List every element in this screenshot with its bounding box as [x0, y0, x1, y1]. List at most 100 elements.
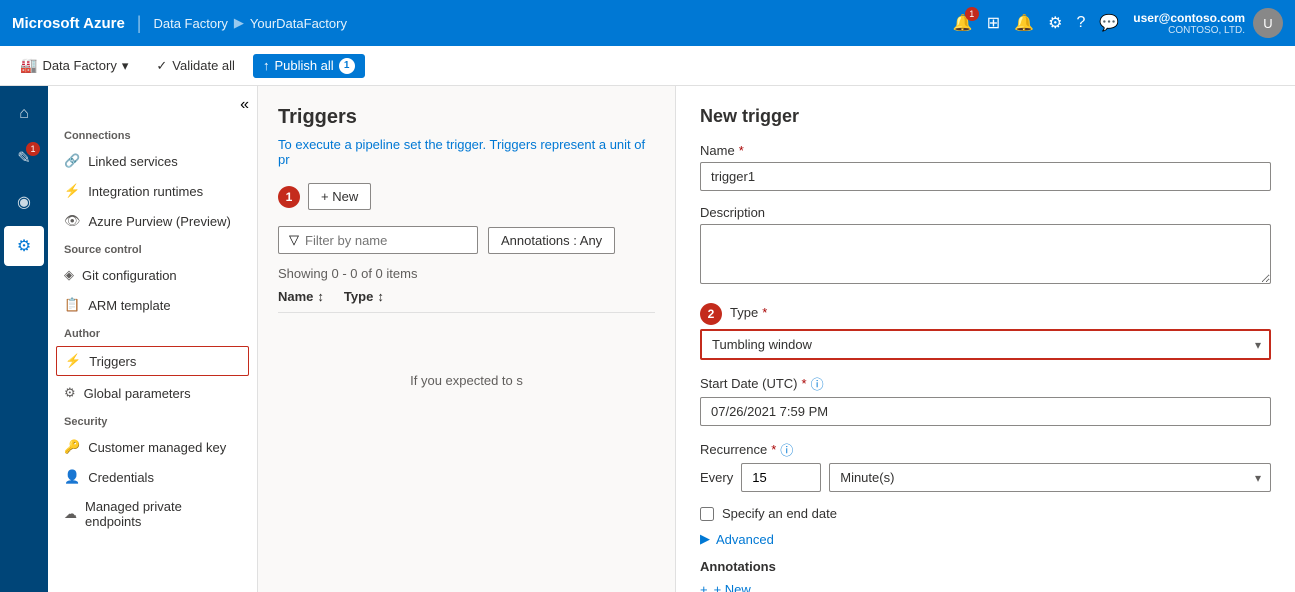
portal-icon[interactable]: ⊞: [987, 13, 1000, 33]
feedback-icon[interactable]: 💬: [1099, 13, 1119, 33]
description-textarea[interactable]: [700, 224, 1271, 284]
table-header: Name ↕ Type ↕: [278, 281, 655, 313]
step1-row: 1 + New: [278, 183, 371, 210]
datafactory-nav-btn[interactable]: 🏭 Data Factory ▾: [10, 53, 138, 78]
items-count: Showing 0 - 0 of 0 items: [278, 266, 655, 281]
sidebar-manage-icon[interactable]: ⚙: [4, 226, 44, 266]
sidebar-home-icon[interactable]: ⌂: [4, 94, 44, 134]
specify-end-date-row: Specify an end date: [700, 506, 1271, 521]
recurrence-label: Recurrence * ⓘ: [700, 440, 1271, 459]
sidebar-item-linked-services[interactable]: 🔗 Linked services: [48, 146, 257, 176]
sidebar-item-git-config[interactable]: ◈ Git configuration: [48, 260, 257, 290]
filter-by-name-input[interactable]: [305, 233, 465, 248]
content-description: To execute a pipeline set the trigger. T…: [278, 137, 655, 167]
name-label: Name *: [700, 143, 1271, 158]
type-label: Type *: [730, 305, 767, 320]
sidebar-item-integration-runtimes[interactable]: ⚡ Integration runtimes: [48, 176, 257, 206]
advanced-chevron-icon: ▶: [700, 531, 710, 547]
validate-all-btn[interactable]: ✓ Validate all: [146, 54, 245, 78]
author-section-title: Author: [48, 320, 257, 344]
sidebar-item-global-parameters[interactable]: ⚙ Global parameters: [48, 378, 257, 408]
empty-message: If you expected to s: [278, 373, 655, 388]
nav-right: 🔔 1 ⊞ 🔔 ⚙ ? 💬 user@contoso.com CONTOSO, …: [953, 8, 1283, 38]
recurrence-unit-select[interactable]: Minute(s) Hour(s) Day(s) Week(s) Month(s…: [829, 463, 1271, 492]
arm-template-label: ARM template: [88, 298, 170, 313]
specify-end-date-checkbox[interactable]: [700, 507, 714, 521]
text-sidebar: « Connections 🔗 Linked services ⚡ Integr…: [48, 86, 258, 592]
datafactory-label: Data Factory: [42, 58, 116, 73]
new-trigger-btn[interactable]: + New: [308, 183, 371, 210]
add-annotation-btn[interactable]: + + New: [700, 582, 1271, 592]
sidebar-item-credentials[interactable]: 👤 Credentials: [48, 462, 257, 492]
collapse-btn[interactable]: «: [48, 96, 257, 122]
key-icon: 🔑: [64, 439, 80, 455]
linked-services-icon: 🔗: [64, 153, 80, 169]
filter-icon: ▽: [289, 232, 299, 248]
factory-icon: 🏭: [20, 57, 37, 74]
specify-end-date-label: Specify an end date: [722, 506, 837, 521]
name-required: *: [739, 143, 744, 158]
annotations-filter-label: Annotations : Any: [501, 233, 602, 248]
sidebar-monitor-icon[interactable]: ◉: [4, 182, 44, 222]
start-date-input[interactable]: [700, 397, 1271, 426]
settings-icon[interactable]: ⚙: [1048, 13, 1062, 33]
recurrence-form-group: Recurrence * ⓘ Every Minute(s) Hour(s) D…: [700, 440, 1271, 492]
add-annotation-icon: +: [700, 582, 708, 592]
sidebar-item-azure-purview[interactable]: 👁 Azure Purview (Preview): [48, 206, 257, 236]
dropdown-arrow: ▾: [122, 58, 129, 74]
col-name-sort-icon: ↕: [317, 289, 324, 304]
start-date-label: Start Date (UTC) * ⓘ: [700, 374, 1271, 393]
col-name: Name ↕: [278, 289, 324, 304]
recurrence-value-input[interactable]: [741, 463, 821, 492]
publish-label: Publish all: [274, 58, 333, 73]
nav-left: Microsoft Azure | Data Factory ▶ YourDat…: [12, 13, 347, 34]
breadcrumb-yourdatafactory[interactable]: YourDataFactory: [250, 16, 347, 31]
recurrence-info-icon[interactable]: ⓘ: [780, 440, 793, 459]
notifications-icon[interactable]: 🔔 1: [953, 13, 973, 33]
git-icon: ◈: [64, 267, 74, 283]
sidebar-item-customer-managed-key[interactable]: 🔑 Customer managed key: [48, 432, 257, 462]
arm-icon: 📋: [64, 297, 80, 313]
start-date-info-icon[interactable]: ⓘ: [811, 374, 824, 393]
new-trigger-panel: New trigger Name * Description 2 Type *: [675, 86, 1295, 592]
content-area: Triggers To execute a pipeline set the t…: [258, 86, 675, 592]
breadcrumb-arrow: ▶: [234, 15, 244, 31]
breadcrumb-datafactory[interactable]: Data Factory: [153, 16, 227, 31]
user-org: CONTOSO, LTD.: [1133, 25, 1245, 36]
add-annotation-label: + New: [714, 582, 751, 592]
advanced-row[interactable]: ▶ Advanced: [700, 531, 1271, 547]
type-form-group: 2 Type * Tumbling window Schedule Storag…: [700, 303, 1271, 360]
annotations-title: Annotations: [700, 559, 1271, 574]
annotations-section: Annotations + + New: [700, 559, 1271, 592]
publish-all-btn[interactable]: ↑ Publish all 1: [253, 54, 365, 78]
triggers-label: Triggers: [89, 354, 136, 369]
content-toolbar: 1 + New: [278, 183, 655, 210]
every-label: Every: [700, 470, 733, 485]
annotations-filter-btn[interactable]: Annotations : Any: [488, 227, 615, 254]
validate-label: Validate all: [172, 58, 235, 73]
sidebar-item-managed-private-endpoints[interactable]: ☁ Managed private endpoints: [48, 492, 257, 536]
col-name-label: Name: [278, 289, 313, 304]
type-required: *: [762, 305, 767, 320]
user-info[interactable]: user@contoso.com CONTOSO, LTD. U: [1133, 8, 1283, 38]
sidebar-edit-icon[interactable]: ✎ 1: [4, 138, 44, 178]
type-select[interactable]: Tumbling window Schedule Storage events …: [700, 329, 1271, 360]
sidebar-item-triggers[interactable]: ⚡ Triggers: [56, 346, 249, 376]
global-parameters-label: Global parameters: [84, 386, 191, 401]
avatar[interactable]: U: [1253, 8, 1283, 38]
git-configuration-label: Git configuration: [82, 268, 177, 283]
panel-title: New trigger: [700, 106, 1271, 127]
breadcrumb: Data Factory ▶ YourDataFactory: [153, 15, 347, 31]
description-form-group: Description: [700, 205, 1271, 289]
step2-badge: 2: [700, 303, 722, 325]
help-icon[interactable]: ?: [1076, 14, 1085, 32]
alert-icon[interactable]: 🔔: [1014, 13, 1034, 33]
sidebar-item-arm-template[interactable]: 📋 ARM template: [48, 290, 257, 320]
trigger-name-input[interactable]: [700, 162, 1271, 191]
col-type-label: Type: [344, 289, 373, 304]
collapse-icon: «: [240, 96, 249, 114]
top-navigation: Microsoft Azure | Data Factory ▶ YourDat…: [0, 0, 1295, 46]
recurrence-row: Every Minute(s) Hour(s) Day(s) Week(s) M…: [700, 463, 1271, 492]
step1-badge: 1: [278, 186, 300, 208]
security-section-title: Security: [48, 408, 257, 432]
